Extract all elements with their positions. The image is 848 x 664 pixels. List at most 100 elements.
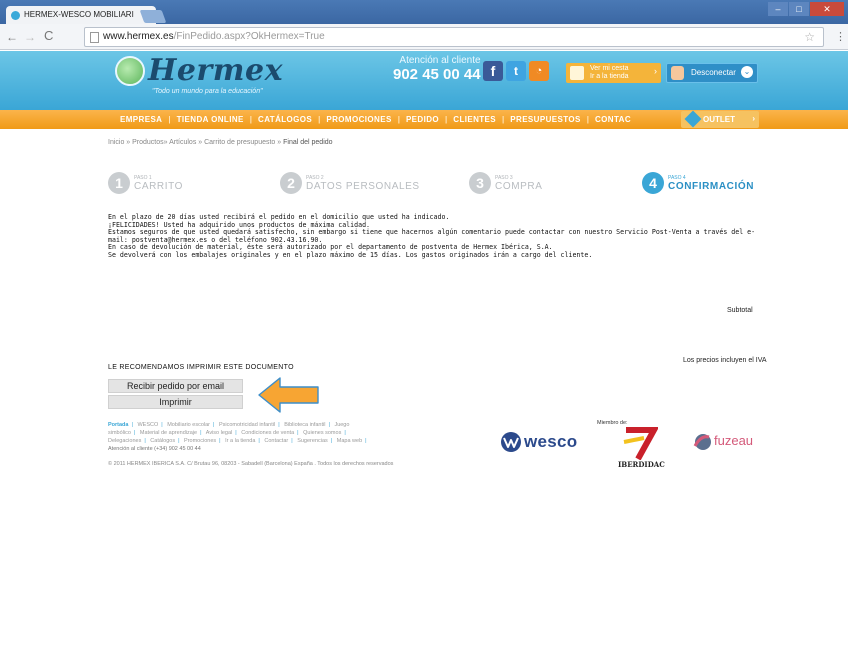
footer-link[interactable]: WESCO: [137, 422, 158, 428]
breadcrumb-current: Final del pedido: [283, 139, 333, 146]
view-cart-button[interactable]: Ver mi cesta Ir a la tienda ›: [566, 63, 661, 83]
footer-link[interactable]: Mapa web: [337, 438, 362, 444]
footer-link[interactable]: simbólico: [108, 430, 131, 436]
favicon-icon: [11, 11, 20, 20]
url-domain: www.hermex.es: [103, 31, 174, 42]
bookmark-star-icon[interactable]: ☆: [804, 30, 815, 44]
site-slogan: "Todo un mundo para la educación": [152, 88, 263, 95]
footer-link[interactable]: Delegaciones: [108, 438, 141, 444]
user-icon: [671, 66, 684, 80]
menu-item-presupuestos[interactable]: PRESUPUESTOS: [510, 115, 580, 124]
step-label: DATOS PERSONALES: [306, 181, 420, 192]
cart-button-line1: Ver mi cesta: [590, 65, 629, 72]
step-label: CARRITO: [134, 181, 184, 192]
browser-toolbar: ← → C www.hermex.es/FinPedido.aspx?OkHer…: [0, 24, 848, 50]
contact-label: Atención al cliente: [399, 55, 481, 66]
menu-item-contacto[interactable]: CONTAC: [595, 115, 631, 124]
step-number: 3: [469, 172, 491, 194]
message-line: Se devolverá con los embalajes originale…: [108, 250, 593, 259]
cart-button-line2: Ir a la tienda: [590, 73, 629, 80]
tag-icon: [684, 110, 702, 128]
reload-icon[interactable]: C: [44, 28, 53, 43]
footer-link[interactable]: Sugerencias: [297, 438, 328, 444]
highlight-arrow-icon: [258, 377, 319, 413]
footer-copyright: © 2011 HERMEX IBERICA S.A. C/ Brutau 96,…: [108, 461, 394, 467]
chevron-right-icon: ›: [654, 66, 657, 76]
twitter-icon[interactable]: t: [506, 61, 526, 81]
menu-item-tienda-online[interactable]: TIENDA ONLINE: [177, 115, 244, 124]
step-number: 4: [642, 172, 664, 194]
footer-link[interactable]: Catálogos: [150, 438, 175, 444]
browser-tab[interactable]: HERMEX-WESCO MOBILIARI ×: [6, 6, 156, 24]
print-recommendation: LE RECOMENDAMOS IMPRIMIR ESTE DOCUMENTO: [108, 364, 294, 371]
chevron-down-icon: ⌄: [741, 66, 753, 78]
url-path: /FinPedido.aspx?OkHermex=True: [173, 31, 325, 42]
iva-note: Los precios incluyen el IVA: [683, 357, 767, 364]
logout-button[interactable]: Desconectar ⌄: [666, 63, 758, 83]
site-logo[interactable]: Hermex: [148, 53, 283, 88]
footer-link[interactable]: Biblioteca infantil: [284, 422, 325, 428]
footer-link[interactable]: Contactar: [264, 438, 288, 444]
fuzeau-logo[interactable]: fuzeau: [692, 433, 753, 456]
outlet-button[interactable]: OUTLET ›: [681, 110, 759, 128]
wesco-text: wesco: [524, 432, 578, 451]
footer-link[interactable]: Portada: [108, 422, 128, 428]
footer-link[interactable]: Aviso legal: [206, 430, 233, 436]
footer-attention: Atención al cliente (+34) 902 45 00 44: [108, 446, 201, 452]
footer-link[interactable]: Material de aprendizaje: [140, 430, 197, 436]
address-bar[interactable]: www.hermex.es/FinPedido.aspx?OkHermex=Tr…: [84, 27, 824, 47]
maximize-icon[interactable]: □: [789, 2, 809, 16]
new-tab-button[interactable]: [139, 10, 167, 23]
contact-info: Atención al cliente 902 45 00 44: [393, 55, 481, 83]
step-label: CONFIRMACIÓN: [668, 181, 755, 192]
footer-link[interactable]: Condiciones de venta: [241, 430, 294, 436]
logout-label: Desconectar: [691, 68, 736, 77]
step-label: COMPRA: [495, 181, 543, 192]
print-button[interactable]: Imprimir: [108, 395, 243, 409]
tab-title: HERMEX-WESCO MOBILIARI: [24, 10, 134, 19]
footer-link[interactable]: Psicomotricidad infantil: [219, 422, 275, 428]
forward-icon[interactable]: →: [24, 30, 36, 44]
page-icon: [90, 32, 99, 43]
fuzeau-text: fuzeau: [714, 433, 754, 448]
iberdidac-icon: [623, 427, 660, 461]
window-controls: – □ ✕: [768, 2, 844, 16]
close-window-icon[interactable]: ✕: [810, 2, 844, 16]
cart-icon: [570, 66, 584, 80]
menu-item-promociones[interactable]: PROMOCIONES: [326, 115, 391, 124]
outlet-label: OUTLET: [703, 115, 735, 124]
fuzeau-icon: [693, 434, 711, 450]
footer-link[interactable]: Mobiliario escolar: [167, 422, 210, 428]
footer-link[interactable]: Juego: [334, 422, 349, 428]
breadcrumb: Inicio » Productos» Artículos » Carrito …: [108, 139, 333, 146]
site-header: Hermex "Todo un mundo para la educación"…: [0, 51, 848, 110]
footer-links: Portada | WESCO | Mobiliario escolar | Psic…: [108, 422, 367, 444]
facebook-icon[interactable]: f: [483, 61, 503, 81]
menu-item-pedido[interactable]: PEDIDO: [406, 115, 439, 124]
main-menu-items: EMPRESA | TIENDA ONLINE | CATÁLOGOS | PROMO…: [120, 115, 632, 124]
menu-item-catalogos[interactable]: CATÁLOGOS: [258, 115, 312, 124]
back-icon[interactable]: ←: [6, 30, 18, 44]
step-number: 2: [280, 172, 302, 194]
email-order-button[interactable]: Recibir pedido por email: [108, 379, 243, 393]
menu-icon[interactable]: ⋮: [835, 30, 846, 43]
browser-window: HERMEX-WESCO MOBILIARI × – □ ✕ ← → C www…: [0, 0, 848, 664]
step-number: 1: [108, 172, 130, 194]
menu-item-empresa[interactable]: EMPRESA: [120, 115, 162, 124]
wesco-icon: [501, 432, 521, 452]
chevron-right-icon: ›: [752, 114, 755, 123]
iberdidac-text: IBERDIDAC: [618, 460, 665, 469]
rss-icon[interactable]: ◔: [529, 61, 549, 81]
contact-phone: 902 45 00 44: [393, 66, 481, 83]
tab-bar: HERMEX-WESCO MOBILIARI × – □ ✕: [0, 0, 848, 24]
footer-link[interactable]: Ir a la tienda: [225, 438, 255, 444]
subtotal-label: Subtotal: [727, 307, 753, 314]
footer-link[interactable]: Promociones: [184, 438, 216, 444]
confirmation-message: En el plazo de 20 días usted recibirá el…: [108, 213, 768, 260]
hermex-logo-icon[interactable]: [115, 56, 145, 86]
menu-item-clientes[interactable]: CLIENTES: [453, 115, 496, 124]
minimize-icon[interactable]: –: [768, 2, 788, 16]
footer-link[interactable]: Quienes somos: [303, 430, 341, 436]
iberdidac-logo[interactable]: IBERDIDAC: [618, 426, 665, 469]
breadcrumb-trail[interactable]: Inicio » Productos» Artículos » Carrito …: [108, 139, 281, 146]
